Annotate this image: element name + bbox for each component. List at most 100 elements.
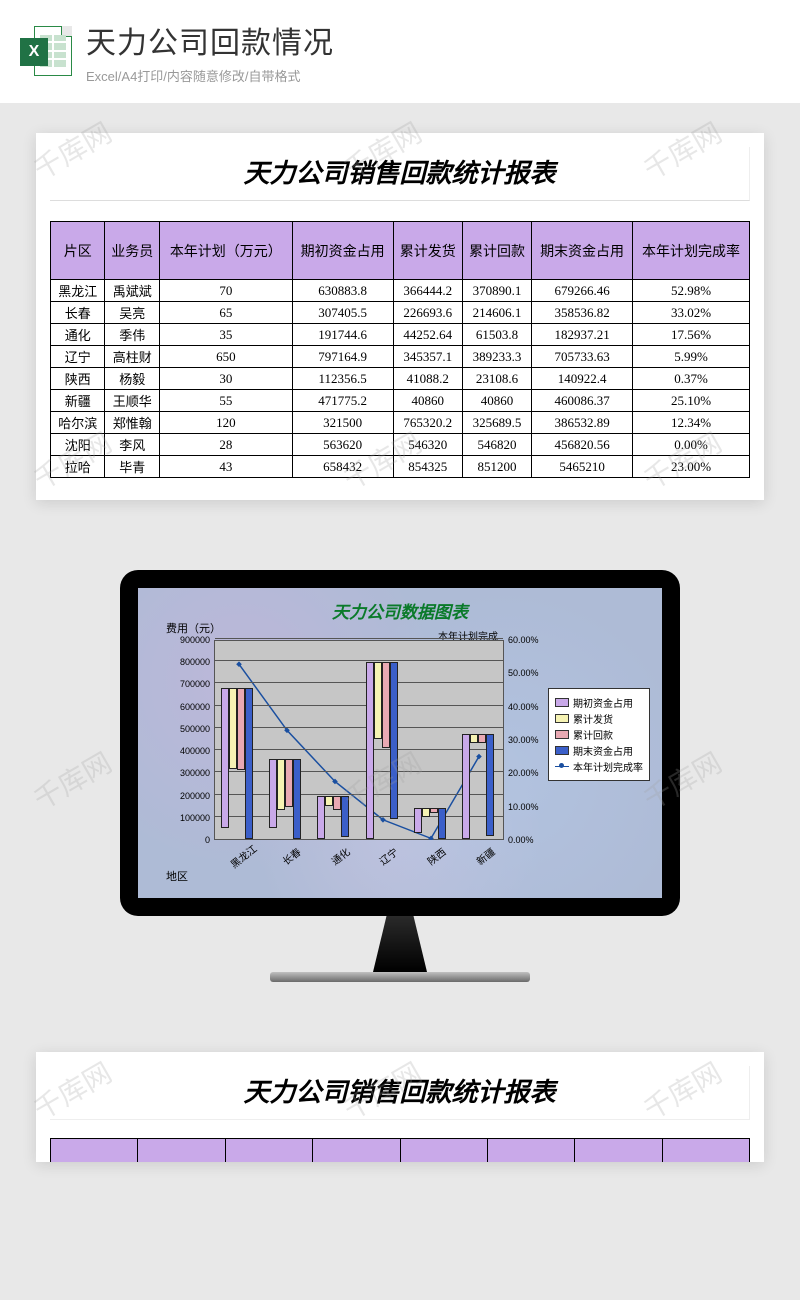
table-cell: 40860 [393,390,462,412]
chart-bar [422,808,430,817]
table-cell: 851200 [462,456,531,478]
table-cell: 哈尔滨 [51,412,105,434]
table-cell: 325689.5 [462,412,531,434]
data-table-cropped [50,1138,750,1162]
monitor-mockup: 天力公司数据图表 费用（元） 本年计划完成 地区 010000020000030… [0,570,800,982]
chart-bar [430,808,438,813]
legend-item: 累计回款 [555,727,643,742]
table-cell: 吴亮 [105,302,159,324]
bar-group [366,662,398,839]
table-cell: 854325 [393,456,462,478]
x-tick: 黑龙江 [219,835,266,877]
chart-title: 天力公司数据图表 [148,598,652,623]
table-cell: 季伟 [105,324,159,346]
table-row: 沈阳李风28563620546320546820456820.560.00% [51,434,750,456]
excel-file-icon: X [20,26,72,78]
table-cell: 高柱财 [105,346,159,368]
legend-label: 累计回款 [573,727,613,742]
table-cell: 630883.8 [292,280,393,302]
chart-x-label: 地区 [166,868,188,884]
chart-bar [438,808,446,839]
chart-bar [317,796,325,839]
y2-tick: 30.00% [508,735,539,745]
y2-tick: 40.00% [508,702,539,712]
table-cell: 358536.82 [532,302,633,324]
table-row: 陕西杨毅30112356.541088.223108.6140922.40.37… [51,368,750,390]
legend-label: 期末资金占用 [573,743,633,758]
legend-label: 累计发货 [573,711,613,726]
y1-tick: 0 [205,835,210,845]
table-cell: 546820 [462,434,531,456]
chart-line-layer [215,641,503,840]
bar-group [221,688,253,839]
chart-bar [333,796,341,810]
table-cell: 王顺华 [105,390,159,412]
table-cell: 546320 [393,434,462,456]
chart-bar [478,734,486,743]
table-row: 新疆王顺华55471775.24086040860460086.3725.10% [51,390,750,412]
table-cell: 李风 [105,434,159,456]
table-cell: 471775.2 [292,390,393,412]
table-cell: 拉哈 [51,456,105,478]
sheet-title: 天力公司销售回款统计报表 [50,1066,750,1120]
table-cell: 12.34% [633,412,750,434]
monitor-stand [355,916,445,972]
table-header-cell: 累计发货 [393,222,462,280]
table-cell: 杨毅 [105,368,159,390]
table-cell: 黑龙江 [51,280,105,302]
table-cell: 0.00% [633,434,750,456]
table-cell: 35 [159,324,292,346]
table-cell: 650 [159,346,292,368]
legend-label: 期初资金占用 [573,695,633,710]
table-header-cell: 业务员 [105,222,159,280]
chart-bar [237,688,245,770]
chart-bar [374,662,382,739]
y2-tick: 20.00% [508,768,539,778]
table-cell: 禹斌斌 [105,280,159,302]
table-cell: 17.56% [633,324,750,346]
table-cell: 辽宁 [51,346,105,368]
table-header-row: 片区业务员本年计划（万元）期初资金占用累计发货累计回款期末资金占用本年计划完成率 [51,222,750,280]
table-cell: 5.99% [633,346,750,368]
y1-tick: 500000 [180,724,210,734]
x-tick: 通化 [316,835,363,877]
chart-x-axis: 黑龙江长春通化辽宁陕西新疆 [214,842,504,857]
table-cell: 307405.5 [292,302,393,324]
chart-bar [325,796,333,806]
table-cell: 658432 [292,456,393,478]
legend-item: 期初资金占用 [555,695,643,710]
table-cell: 23108.6 [462,368,531,390]
bar-group [269,759,301,839]
chart-y1-label: 费用（元） [166,620,221,636]
table-row: 拉哈毕青43658432854325851200546521023.00% [51,456,750,478]
chart-plot-area [214,640,504,840]
table-header-cell: 片区 [51,222,105,280]
y1-tick: 700000 [180,679,210,689]
table-cell: 0.37% [633,368,750,390]
table-cell: 40860 [462,390,531,412]
table-cell: 345357.1 [393,346,462,368]
table-cell: 563620 [292,434,393,456]
table-cell: 389233.3 [462,346,531,368]
excel-badge: X [20,38,48,66]
legend-line-icon [555,766,569,768]
table-cell: 61503.8 [462,324,531,346]
y1-tick: 100000 [180,813,210,823]
table-cell: 郑惟翰 [105,412,159,434]
table-cell: 366444.2 [393,280,462,302]
x-tick: 陕西 [413,835,460,877]
table-header-cell: 本年计划完成率 [633,222,750,280]
table-row: 黑龙江禹斌斌70630883.8366444.2370890.1679266.4… [51,280,750,302]
table-cell: 沈阳 [51,434,105,456]
sheet-title: 天力公司销售回款统计报表 [50,147,750,201]
y2-tick: 10.00% [508,802,539,812]
table-cell: 120 [159,412,292,434]
table-cell: 765320.2 [393,412,462,434]
table-row: 通化季伟35191744.644252.6461503.8182937.2117… [51,324,750,346]
legend-item: 本年计划完成率 [555,759,643,774]
bar-group [317,796,349,839]
legend-item: 累计发货 [555,711,643,726]
table-cell: 370890.1 [462,280,531,302]
table-cell: 679266.46 [532,280,633,302]
chart-bar [245,688,253,839]
